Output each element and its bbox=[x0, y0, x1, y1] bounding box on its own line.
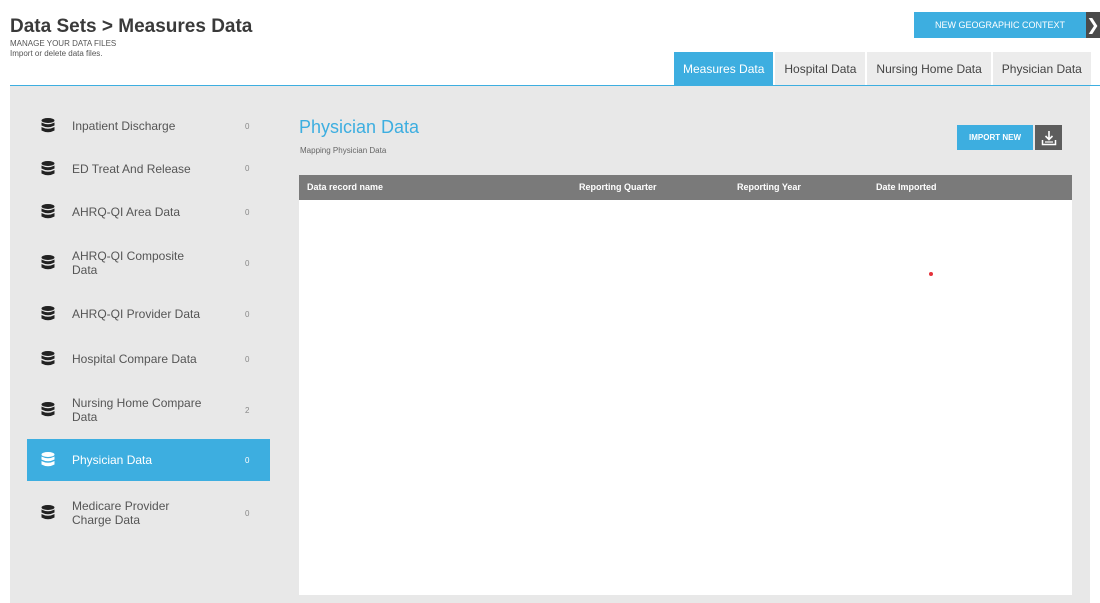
sidebar-item-hospital-compare-data[interactable]: Hospital Compare Data 0 bbox=[27, 337, 270, 381]
sidebar-item-label: AHRQ-QI Area Data bbox=[72, 205, 181, 219]
database-icon bbox=[41, 160, 55, 175]
database-icon bbox=[41, 306, 55, 321]
sidebar-item-medicare-provider-charge-data[interactable]: Medicare Provider Charge Data 0 bbox=[27, 481, 270, 545]
new-geographic-context-button[interactable]: NEW GEOGRAPHIC CONTEXT bbox=[914, 12, 1086, 38]
sidebar-item-label: Hospital Compare Data bbox=[72, 352, 197, 366]
sidebar-item-count: 0 bbox=[245, 455, 250, 465]
sidebar-item-count: 0 bbox=[245, 164, 250, 173]
tab-nursing-home-data[interactable]: Nursing Home Data bbox=[867, 52, 991, 86]
chevron-right-icon[interactable]: ❯ bbox=[1086, 12, 1100, 38]
sidebar-item-count: 0 bbox=[245, 207, 250, 217]
database-icon bbox=[41, 118, 55, 133]
sidebar-item-count: 0 bbox=[245, 508, 250, 518]
sidebar-item-ed-treat-and-release[interactable]: ED Treat And Release 0 bbox=[27, 148, 270, 189]
database-icon bbox=[41, 255, 55, 270]
sidebar-item-count: 0 bbox=[245, 258, 250, 268]
database-icon bbox=[41, 351, 55, 366]
dataset-sidebar: Inpatient Discharge 0 ED Treat And Relea… bbox=[27, 104, 270, 545]
column-header-reporting-year[interactable]: Reporting Year bbox=[737, 182, 801, 192]
page-description: Import or delete data files. bbox=[10, 49, 103, 58]
database-icon bbox=[41, 505, 55, 520]
sidebar-item-count: 0 bbox=[245, 309, 250, 319]
database-icon bbox=[41, 204, 55, 219]
sidebar-item-count: 0 bbox=[245, 121, 250, 131]
sidebar-item-label: ED Treat And Release bbox=[72, 161, 191, 176]
download-tray-icon bbox=[1041, 130, 1056, 145]
tab-bar: Measures Data Hospital Data Nursing Home… bbox=[674, 52, 1093, 86]
sidebar-item-physician-data[interactable]: Physician Data 0 bbox=[27, 439, 270, 481]
sidebar-item-label: Medicare Provider Charge Data bbox=[72, 499, 170, 527]
section-subtitle: Mapping Physician Data bbox=[300, 146, 387, 155]
database-icon bbox=[41, 402, 55, 417]
sidebar-item-label: AHRQ-QI Composite Data bbox=[72, 249, 185, 277]
tab-measures-data[interactable]: Measures Data bbox=[674, 52, 774, 86]
sidebar-item-ahrq-qi-provider-data[interactable]: AHRQ-QI Provider Data 0 bbox=[27, 291, 270, 337]
column-header-date-imported[interactable]: Date Imported bbox=[876, 182, 937, 192]
sidebar-item-label: Physician Data bbox=[72, 453, 153, 467]
sidebar-item-label: Nursing Home Compare Data bbox=[72, 396, 202, 424]
tab-physician-data[interactable]: Physician Data bbox=[992, 52, 1091, 86]
section-title: Physician Data bbox=[299, 117, 420, 137]
sidebar-item-count: 2 bbox=[245, 405, 250, 415]
table-header: Data record name Reporting Quarter Repor… bbox=[299, 175, 1072, 200]
column-header-reporting-quarter[interactable]: Reporting Quarter bbox=[579, 182, 657, 192]
page-header: Data Sets > Measures Data MANAGE YOUR DA… bbox=[0, 0, 1100, 86]
cursor-marker bbox=[929, 272, 933, 276]
import-icon[interactable] bbox=[1035, 125, 1062, 150]
import-new-button[interactable]: IMPORT NEW bbox=[957, 125, 1033, 150]
page-subtitle: MANAGE YOUR DATA FILES bbox=[10, 39, 117, 48]
sidebar-item-label: AHRQ-QI Provider Data bbox=[72, 307, 201, 321]
page-title: Data Sets > Measures Data bbox=[10, 16, 253, 37]
sidebar-item-count: 0 bbox=[245, 354, 250, 364]
tab-hospital-data[interactable]: Hospital Data bbox=[775, 52, 866, 86]
sidebar-item-label: Inpatient Discharge bbox=[72, 119, 176, 133]
sidebar-item-inpatient-discharge[interactable]: Inpatient Discharge 0 bbox=[27, 104, 270, 148]
sidebar-item-ahrq-qi-area-data[interactable]: AHRQ-QI Area Data 0 bbox=[27, 189, 270, 235]
column-header-record-name[interactable]: Data record name bbox=[307, 182, 383, 192]
data-records-table: Data record name Reporting Quarter Repor… bbox=[299, 175, 1072, 595]
database-icon bbox=[41, 452, 55, 467]
sidebar-item-ahrq-qi-composite-data[interactable]: AHRQ-QI Composite Data 0 bbox=[27, 235, 270, 291]
sidebar-item-nursing-home-compare-data[interactable]: Nursing Home Compare Data 2 bbox=[27, 381, 270, 439]
